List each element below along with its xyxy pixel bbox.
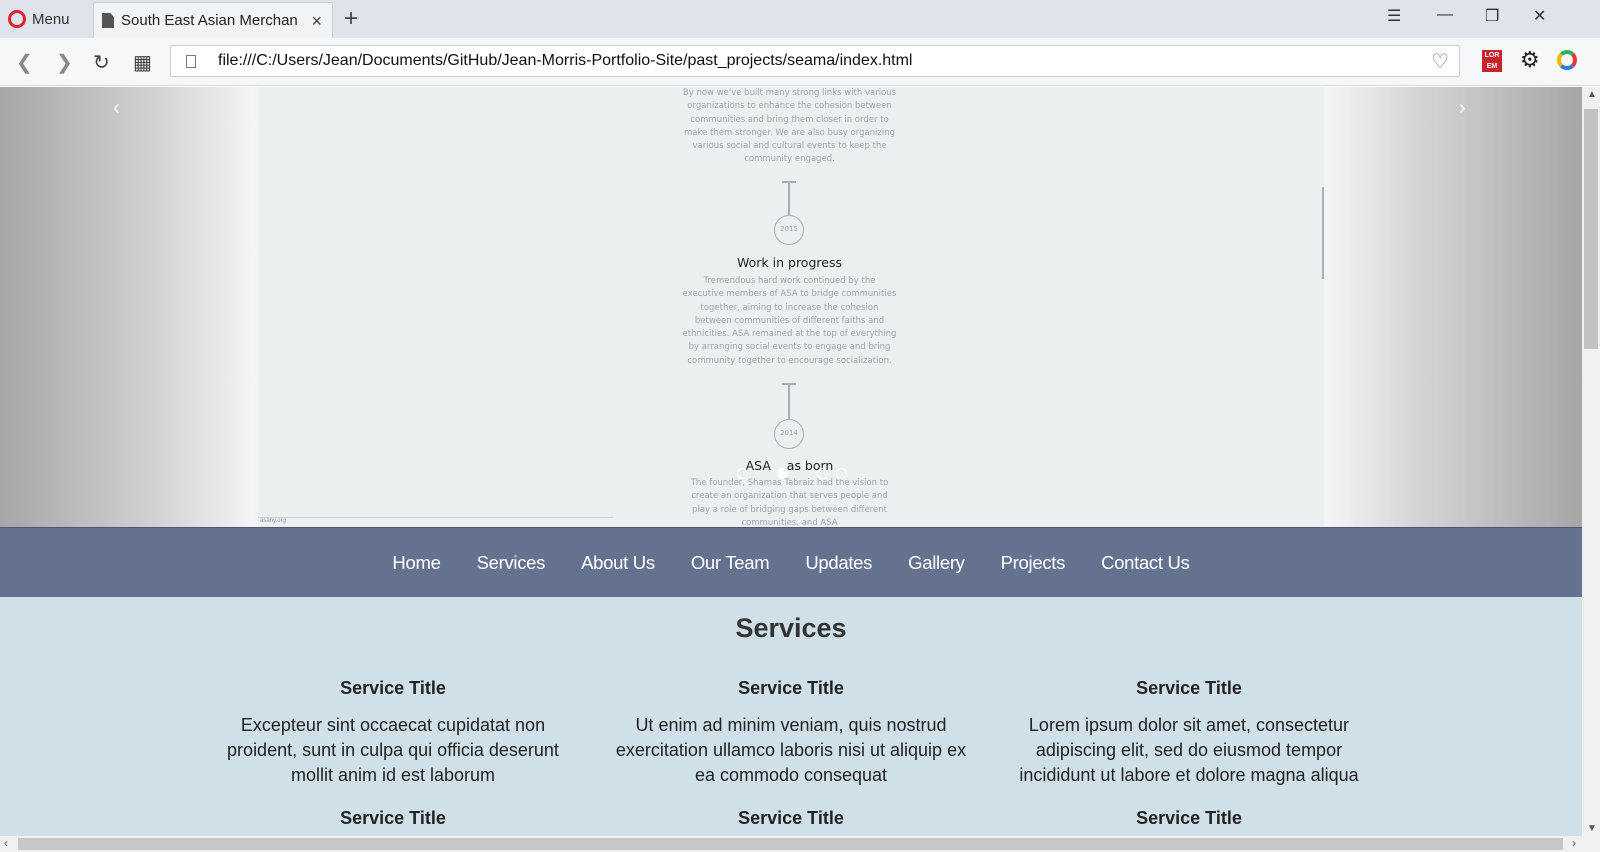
service-card: Service Title — [611, 808, 971, 829]
close-window-button[interactable]: ✕ — [1533, 6, 1546, 26]
nav-updates[interactable]: Updates — [787, 552, 890, 574]
vertical-scroll-thumb[interactable] — [1584, 109, 1598, 349]
service-card: Service Title Excepteur sint occaecat cu… — [213, 678, 573, 788]
scroll-down-icon[interactable]: ▼ — [1587, 823, 1597, 834]
page-icon — [186, 54, 196, 68]
slide-footer: asany.org — [258, 517, 613, 527]
back-icon[interactable]: ❮ — [16, 50, 33, 75]
menu-label: Menu — [32, 10, 70, 28]
new-tab-button[interactable]: + — [344, 5, 358, 33]
service-title: Service Title — [738, 808, 844, 828]
vpn-extension-icon[interactable] — [1557, 50, 1577, 70]
browser-tab-active[interactable]: South East Asian Merchan × — [93, 2, 333, 38]
nav-contact-us[interactable]: Contact Us — [1083, 552, 1208, 574]
url-field[interactable]: file:///C:/Users/Jean/Documents/GitHub/J… — [170, 45, 1460, 77]
carousel-prev-icon[interactable]: ‹ — [113, 97, 120, 120]
service-title: Service Title — [738, 678, 844, 698]
opera-menu-button[interactable]: Menu — [8, 6, 70, 32]
timeline-text-top: By now we've built many strong links wit… — [682, 88, 897, 165]
forward-icon[interactable]: ❯ — [56, 50, 73, 75]
address-toolbar: ❮ ❯ ↻ ▦ file:///C:/Users/Jean/Documents/… — [0, 38, 1600, 86]
scroll-up-icon[interactable]: ▲ — [1587, 89, 1597, 100]
service-card: Service Title Lorem ipsum dolor sit amet… — [1009, 678, 1369, 788]
bookmark-heart-icon[interactable]: ♡ — [1431, 49, 1449, 74]
horizontal-scrollbar[interactable]: ‹ › — [0, 836, 1600, 852]
tab-title: South East Asian Merchan — [121, 12, 298, 29]
tab-grid-icon[interactable]: ▦ — [133, 50, 152, 75]
opera-logo-icon — [8, 10, 26, 28]
url-text: file:///C:/Users/Jean/Documents/GitHub/J… — [218, 52, 913, 69]
services-heading: Services — [735, 613, 847, 643]
service-title: Service Title — [340, 678, 446, 698]
browser-tab-bar: Menu South East Asian Merchan × + ☰ — ❐ … — [0, 0, 1600, 38]
timeline-text: Tremendous hard work continued by the ex… — [682, 276, 897, 366]
hero-carousel: ‹ › By now we've built many strong links… — [0, 87, 1582, 528]
scroll-right-icon[interactable]: › — [1572, 836, 1576, 850]
tab-close-icon[interactable]: × — [311, 11, 322, 32]
service-body: Excepteur sint occaecat cupidatat non pr… — [227, 715, 559, 785]
service-body: Ut enim ad minim veniam, quis nostrud ex… — [615, 715, 967, 785]
settings-gear-icon[interactable]: ⚙ — [1520, 47, 1540, 73]
timeline-heading: Work in progress — [737, 255, 842, 270]
page-viewport: ‹ › By now we've built many strong links… — [0, 87, 1582, 836]
nav-our-team[interactable]: Our Team — [673, 552, 787, 574]
nav-services[interactable]: Services — [459, 552, 564, 574]
timeline-heading: ASA as born — [745, 458, 834, 473]
document-icon — [102, 13, 114, 28]
scroll-left-icon[interactable]: ‹ — [4, 836, 8, 850]
nav-gallery[interactable]: Gallery — [890, 552, 983, 574]
service-body: Lorem ipsum dolor sit amet, consectetur … — [1019, 715, 1359, 785]
timeline-year-badge: 2015 — [774, 215, 804, 245]
nav-home[interactable]: Home — [374, 552, 458, 574]
timeline-year-badge: 2014 — [774, 419, 804, 449]
service-title: Service Title — [340, 808, 446, 828]
horizontal-scroll-thumb[interactable] — [18, 838, 1563, 850]
service-card: Service Title Ut enim ad minim veniam, q… — [611, 678, 971, 788]
carousel-next-icon[interactable]: › — [1459, 97, 1466, 120]
minimize-button[interactable]: — — [1437, 6, 1453, 24]
reload-icon[interactable]: ↻ — [93, 50, 110, 75]
carousel-indicator[interactable] — [817, 468, 828, 479]
carousel-indicator-active[interactable] — [777, 468, 788, 479]
lorem-extension-icon[interactable]: LOR EM — [1482, 50, 1502, 72]
carousel-indicator[interactable] — [836, 468, 847, 479]
nav-projects[interactable]: Projects — [983, 552, 1083, 574]
main-navbar: Home Services About Us Our Team Updates … — [0, 527, 1582, 597]
carousel-indicator[interactable] — [737, 468, 748, 479]
timeline-line — [788, 181, 790, 215]
timeline-line — [788, 383, 790, 419]
carousel-slide-image: By now we've built many strong links wit… — [258, 87, 1324, 528]
services-section: Services Service Title Excepteur sint oc… — [0, 597, 1582, 836]
timeline-text: The founder, Shamas Tabraiz had the visi… — [690, 478, 889, 528]
service-card: Service Title — [213, 808, 573, 829]
slide-scrollbar — [1322, 187, 1324, 279]
tab-menu-icon[interactable]: ☰ — [1387, 6, 1401, 26]
service-card: Service Title — [1009, 808, 1369, 829]
service-title: Service Title — [1136, 808, 1242, 828]
restore-button[interactable]: ❐ — [1485, 6, 1499, 26]
service-title: Service Title — [1136, 678, 1242, 698]
nav-about-us[interactable]: About Us — [563, 552, 673, 574]
vertical-scrollbar[interactable]: ▲ ▼ — [1582, 87, 1600, 836]
